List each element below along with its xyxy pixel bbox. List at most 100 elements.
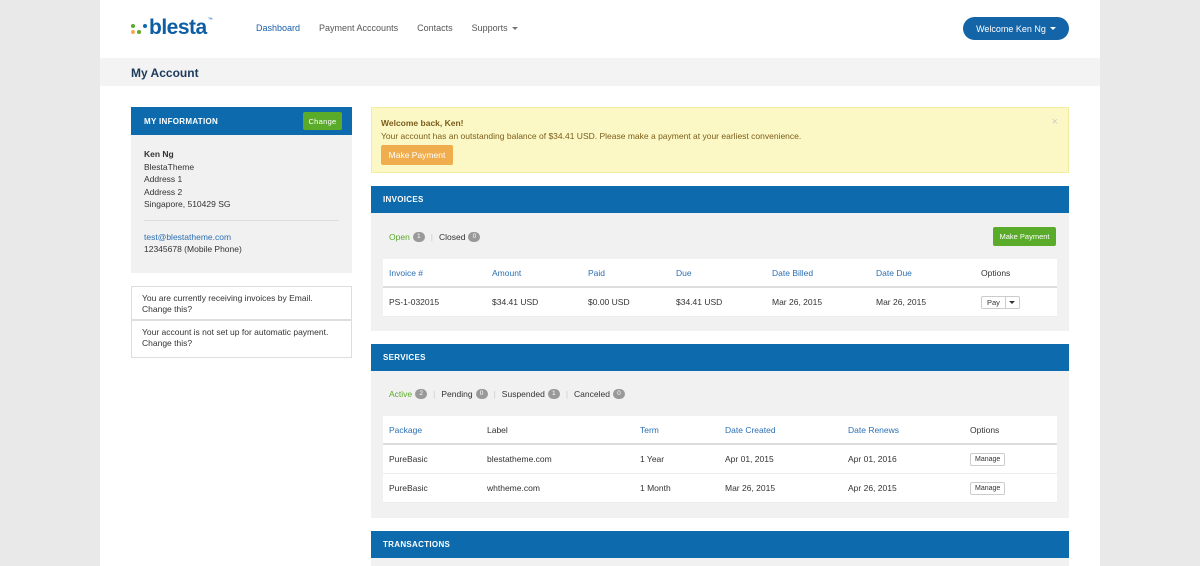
filter-active-label: Active [389, 389, 413, 399]
pay-dropdown-toggle[interactable] [1006, 297, 1019, 308]
contact-name: Ken Ng [144, 149, 174, 159]
filter-separator: | [493, 389, 496, 399]
contact-phone: 12345678 (Mobile Phone) [144, 244, 242, 254]
service-package: PureBasic [389, 483, 428, 493]
filter-pending[interactable]: Pending 0 [441, 389, 488, 399]
service-package: PureBasic [389, 454, 428, 464]
col-options: Options [981, 267, 1011, 278]
services-panel: SERVICES Active 2 | Pending 0 | Suspended 1… [371, 344, 1069, 518]
filter-closed[interactable]: Closed 0 [439, 232, 481, 242]
contact-email-link[interactable]: test@blestatheme.com [144, 231, 339, 244]
close-icon[interactable]: × [1052, 116, 1058, 128]
col-amount[interactable]: Amount [492, 259, 521, 286]
top-navbar: blesta ™ Dashboard Payment Acccounts Con… [100, 0, 1100, 58]
chevron-down-icon [1049, 27, 1056, 30]
contact-address2: Address 2 [144, 186, 183, 197]
alert-make-payment-button[interactable]: Make Payment [381, 145, 453, 165]
nav-supports[interactable]: Supports [472, 23, 518, 33]
table-row: PureBasic whtheme.com 1 Month Mar 26, 20… [383, 474, 1057, 503]
filter-active-count: 2 [415, 389, 428, 399]
filter-suspended[interactable]: Suspended 1 [502, 389, 560, 399]
chevron-down-icon [511, 27, 518, 31]
my-information-panel: MY INFORMATION Change Ken Ng BlestaTheme… [131, 107, 352, 273]
col-term[interactable]: Term [640, 416, 659, 443]
col-invoice-number[interactable]: Invoice # [389, 259, 423, 286]
filter-open-count: 1 [412, 232, 425, 242]
col-date-created[interactable]: Date Created [725, 416, 776, 443]
col-date-billed[interactable]: Date Billed [772, 259, 813, 286]
my-information-body: Ken Ng BlestaTheme Address 1 Address 2 S… [131, 135, 352, 256]
col-options: Options [970, 424, 1000, 435]
invoice-method-notice: You are currently receiving invoices by … [131, 286, 352, 320]
invoice-date-due: Mar 26, 2015 [876, 297, 927, 307]
change-info-button[interactable]: Change [303, 112, 342, 130]
service-filters: Active 2 | Pending 0 | Suspended 1 | Cancel… [389, 389, 625, 399]
service-term: 1 Year [640, 454, 665, 464]
nav-dashboard[interactable]: Dashboard [256, 23, 300, 33]
invoices-panel: INVOICES Open 1 | Closed 0 Make Payment In… [371, 186, 1069, 331]
pay-split-button: Pay [981, 295, 1020, 309]
filter-separator: | [565, 389, 569, 399]
alert-message: Your account has an outstanding balance … [381, 131, 802, 141]
manage-button[interactable]: Manage [970, 452, 1006, 466]
service-options: Manage [970, 445, 1006, 473]
invoice-method-change-link[interactable]: Change this? [142, 304, 341, 315]
services-header: SERVICES [371, 344, 1069, 371]
page: blesta ™ Dashboard Payment Acccounts Con… [100, 0, 1100, 566]
service-date-renews: Apr 26, 2015 [848, 483, 897, 493]
service-date-created: Mar 26, 2015 [725, 483, 776, 493]
nav-payment-accounts[interactable]: Payment Acccounts [319, 23, 398, 33]
table-row: PS-1-032015 $34.41 USD $0.00 USD $34.41 … [383, 288, 1057, 317]
alert-title: Welcome back, Ken! [381, 118, 464, 128]
filter-open-label: Open [389, 232, 410, 242]
logo-text: blesta [149, 16, 207, 39]
services-table: Package Label Term Date Created Date Ren… [383, 416, 1057, 503]
user-menu-button[interactable]: Welcome Ken Ng [963, 17, 1069, 40]
filter-canceled-count: 0 [612, 389, 625, 399]
contact-city: Singapore, 510429 SG [144, 199, 231, 209]
blesta-logo[interactable]: blesta ™ [131, 16, 213, 40]
service-date-renews: Apr 01, 2016 [848, 454, 897, 464]
transactions-panel: TRANSACTIONS [371, 531, 1069, 566]
logo-trademark: ™ [207, 17, 213, 23]
manage-button[interactable]: Manage [970, 481, 1006, 495]
my-information-title: MY INFORMATION [144, 116, 219, 126]
user-menu-label: Welcome Ken Ng [976, 23, 1046, 34]
col-package[interactable]: Package [389, 416, 422, 443]
filter-open[interactable]: Open 1 [389, 232, 425, 242]
autopay-change-link[interactable]: Change this? [142, 338, 341, 349]
title-bar: My Account [100, 58, 1100, 86]
service-options: Manage [970, 474, 1006, 502]
col-date-due[interactable]: Date Due [876, 259, 912, 286]
chevron-down-icon [1009, 300, 1016, 304]
table-header-row: Package Label Term Date Created Date Ren… [383, 416, 1057, 445]
table-header-row: Invoice # Amount Paid Due Date Billed Da… [383, 259, 1057, 288]
invoices-table: Invoice # Amount Paid Due Date Billed Da… [383, 259, 1057, 317]
nav-contacts[interactable]: Contacts [417, 23, 453, 33]
my-information-header: MY INFORMATION Change [131, 107, 352, 135]
autopay-notice: Your account is not set up for automatic… [131, 320, 352, 358]
col-paid[interactable]: Paid [588, 259, 605, 286]
contact-address1: Address 1 [144, 174, 183, 184]
invoice-due: $34.41 USD [676, 297, 723, 307]
filter-suspended-count: 1 [547, 389, 560, 399]
filter-separator: | [433, 389, 436, 399]
invoices-make-payment-button[interactable]: Make Payment [993, 227, 1056, 246]
filter-canceled[interactable]: Canceled 0 [574, 389, 625, 399]
page-title: My Account [131, 66, 199, 80]
autopay-text: Your account is not set up for automatic… [142, 327, 329, 337]
invoice-method-text: You are currently receiving invoices by … [142, 293, 313, 303]
service-label: blestatheme.com [487, 454, 552, 464]
invoice-options: Pay [981, 288, 1020, 316]
filter-active[interactable]: Active 2 [389, 389, 428, 399]
logo-dots-icon [131, 20, 147, 36]
pay-button[interactable]: Pay [982, 296, 1006, 308]
invoice-number: PS-1-032015 [389, 297, 440, 307]
invoices-header: INVOICES [371, 186, 1069, 213]
filter-closed-count: 0 [468, 232, 481, 242]
col-date-renews[interactable]: Date Renews [848, 416, 899, 443]
contact-company: BlestaTheme [144, 161, 195, 172]
col-due[interactable]: Due [676, 259, 692, 286]
table-row: PureBasic blestatheme.com 1 Year Apr 01,… [383, 445, 1057, 474]
invoice-amount: $34.41 USD [492, 297, 539, 307]
